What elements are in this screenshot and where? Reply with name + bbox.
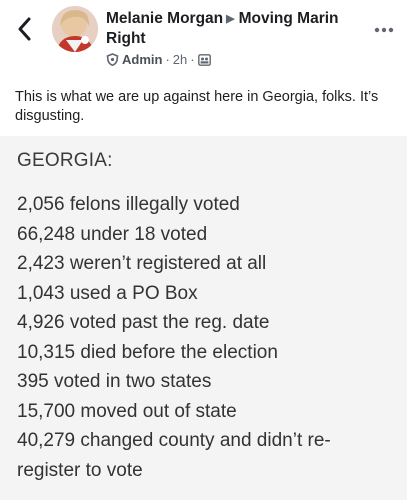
avatar[interactable] (52, 6, 98, 52)
meta-separator: · (190, 52, 195, 67)
admin-badge: Admin (122, 52, 163, 67)
post-page: Melanie Morgan ▶ Moving Marin Right Admin … (0, 0, 407, 500)
profile-photo (52, 6, 98, 52)
post-meta: Admin · 2h · (106, 51, 356, 68)
image-line: 15,700 moved out of state (17, 400, 237, 422)
group-audience-icon (197, 53, 211, 66)
author-group-line: Melanie Morgan ▶ Moving Marin Right (106, 9, 356, 49)
image-line: 10,315 died before the election (17, 341, 278, 363)
more-options-button[interactable] (373, 22, 395, 33)
author-name[interactable]: Melanie Morgan (106, 10, 223, 27)
image-heading: GEORGIA: (17, 150, 113, 171)
meta-separator: · (165, 52, 170, 67)
post-body-text: This is what we are up against here in G… (15, 89, 379, 124)
triangle-right-icon: ▶ (226, 13, 235, 25)
back-button[interactable] (14, 16, 36, 42)
post-timestamp[interactable]: 2h (173, 51, 187, 68)
more-horizontal-icon (374, 27, 394, 33)
image-line: 40,279 changed county and didn’t re- (17, 430, 331, 451)
post-title-block: Melanie Morgan ▶ Moving Marin Right Admin … (106, 9, 356, 68)
image-line: 1,043 used a PO Box (17, 282, 198, 304)
image-line: 395 voted in two states (17, 371, 212, 392)
image-line: register to vote (17, 459, 143, 481)
image-line: 2,423 weren’t registered at all (17, 253, 267, 274)
image-line: 2,056 felons illegally voted (17, 194, 240, 215)
image-line: 4,926 voted past the reg. date (17, 312, 270, 333)
post-image[interactable]: GEORGIA: 2,056 felons illegally voted 66… (0, 136, 407, 500)
chevron-left-icon (18, 17, 31, 41)
image-line: 66,248 under 18 voted (17, 223, 208, 245)
image-text-list: 2,056 felons illegally voted 66,248 unde… (17, 190, 397, 485)
post-header: Melanie Morgan ▶ Moving Marin Right Admin … (0, 0, 407, 80)
admin-shield-icon (106, 53, 119, 66)
